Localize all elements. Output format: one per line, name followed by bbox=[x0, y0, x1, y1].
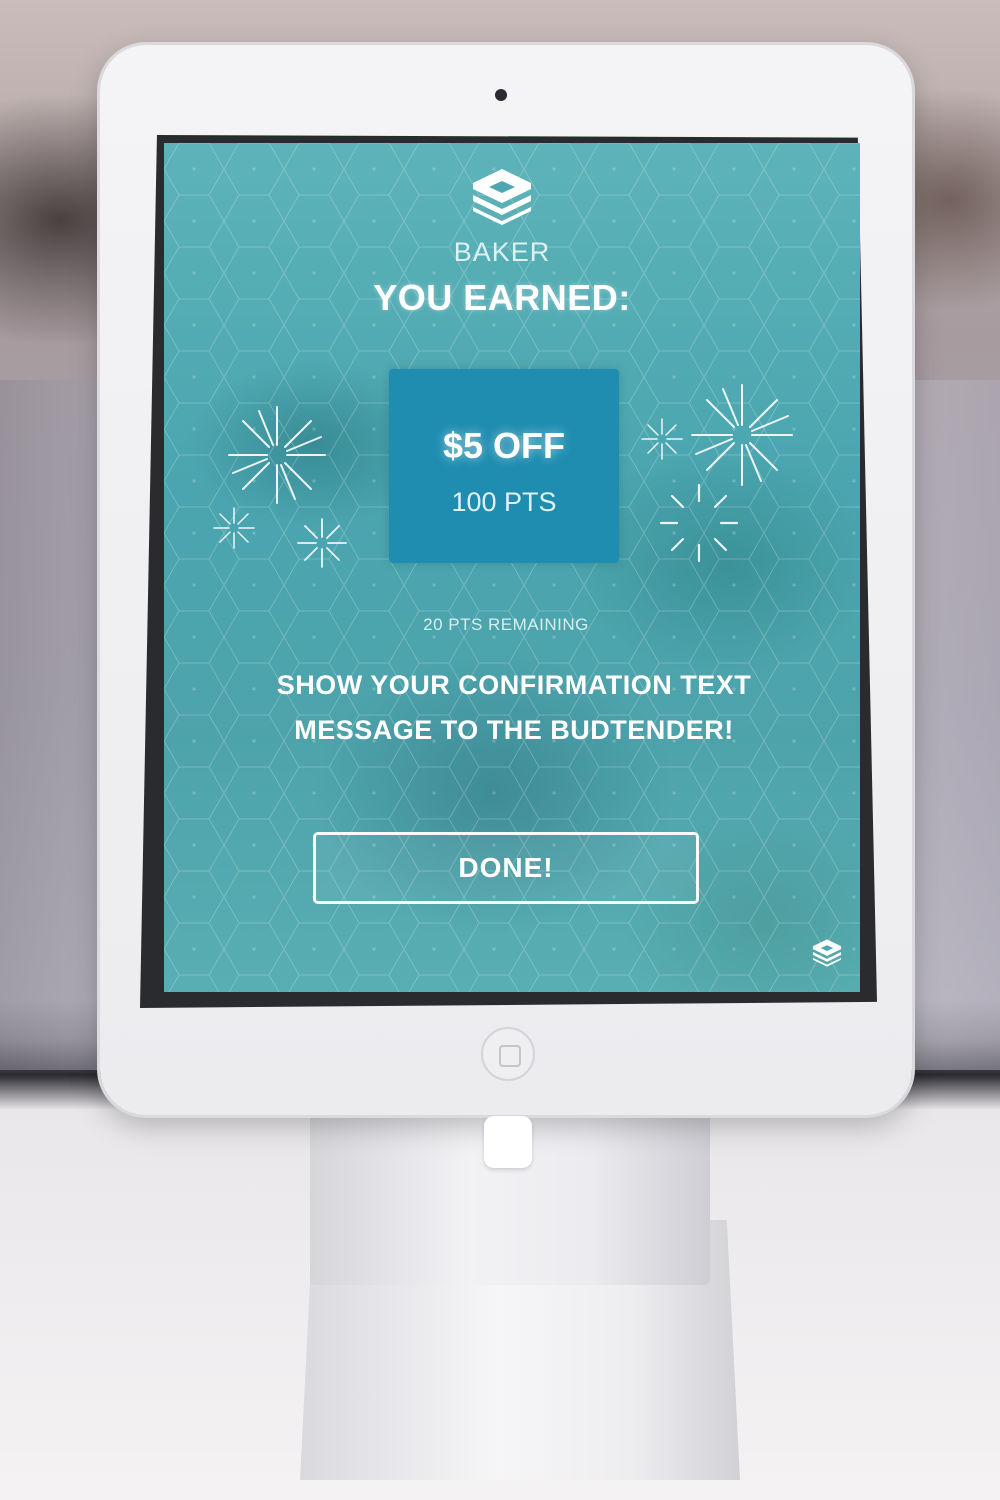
reward-card: $5 OFF 100 PTS bbox=[389, 369, 619, 563]
front-camera-icon bbox=[495, 89, 507, 101]
stand-clip bbox=[484, 1116, 532, 1168]
reward-amount: $5 OFF bbox=[442, 425, 566, 466]
points-remaining: 20 PTS REMAINING bbox=[423, 615, 589, 634]
home-button-icon[interactable] bbox=[481, 1027, 535, 1081]
done-button[interactable]: DONE! bbox=[313, 832, 699, 904]
reward-points: 100 PTS bbox=[451, 487, 557, 517]
kiosk-screen: BAKER YOU EARNED: $5 OFF 100 PTS 20 PTS … bbox=[164, 143, 860, 992]
baker-cube-logo-icon bbox=[812, 939, 842, 967]
instruction-message: SHOW YOUR CONFIRMATION TEXT MESSAGE TO T… bbox=[276, 670, 752, 745]
